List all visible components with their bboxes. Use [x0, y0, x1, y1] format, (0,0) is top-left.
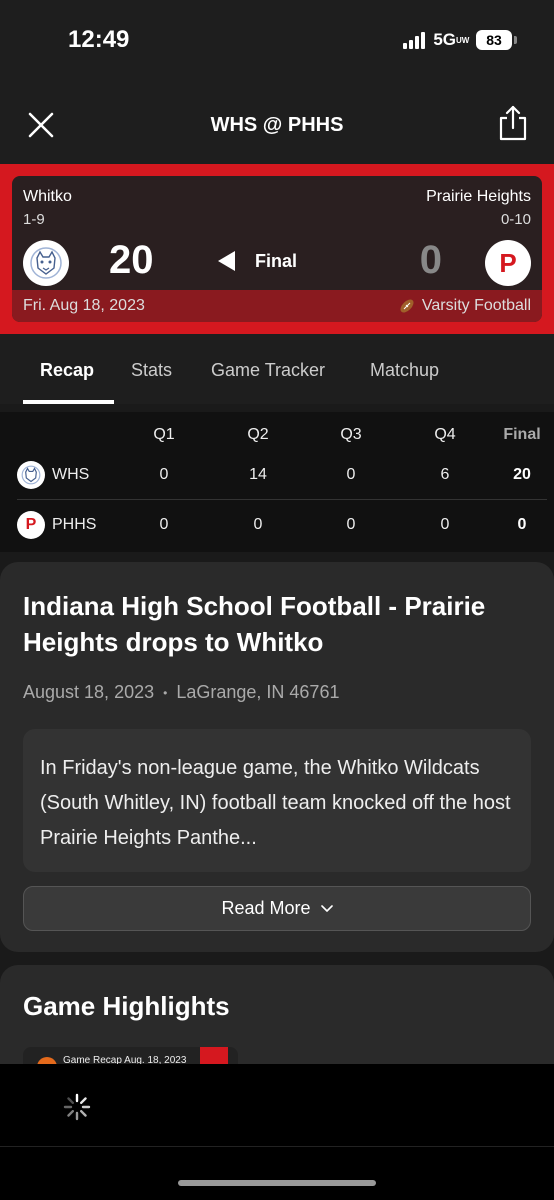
linescore-team-whs: WHS	[52, 466, 90, 483]
battery-icon: 83	[476, 30, 517, 50]
tab-matchup[interactable]: Matchup	[370, 360, 439, 381]
phhs-q3: 0	[346, 516, 356, 533]
article-meta: August 18, 2023 • LaGrange, IN 46761	[23, 682, 339, 703]
header-q4: Q4	[434, 426, 456, 443]
article-title[interactable]: Indiana High School Football - Prairie H…	[23, 588, 523, 660]
home-team-score: 0	[419, 238, 442, 282]
linescore-divider	[17, 499, 547, 500]
loading-spinner-icon	[63, 1093, 91, 1121]
home-team-logo[interactable]: P	[485, 240, 531, 286]
whs-q1: 0	[159, 466, 169, 483]
wildcat-logo-icon	[30, 247, 62, 279]
score-card: Whitko 1-9 Prairie Heights 0-10 20 Final…	[12, 176, 542, 322]
battery-level: 83	[486, 32, 502, 48]
header-q1: Q1	[153, 426, 175, 443]
game-status: Final	[255, 251, 298, 271]
scoreboard: Whitko 1-9 Prairie Heights 0-10 20 Final…	[0, 164, 554, 334]
bottom-bar	[0, 1064, 554, 1200]
football-icon	[400, 299, 414, 313]
game-level: Varsity Football	[398, 297, 531, 315]
article-date: August 18, 2023	[23, 682, 155, 702]
phhs-logo-letter: P	[25, 516, 37, 533]
wildcat-logo-icon	[21, 465, 41, 485]
whs-q4: 6	[440, 466, 450, 483]
chevron-down-icon	[320, 904, 333, 912]
whs-q3: 0	[346, 466, 356, 483]
active-tab-indicator	[23, 400, 114, 404]
signal-icon	[403, 31, 426, 49]
away-team-record: 1-9	[23, 211, 45, 228]
tab-game-tracker[interactable]: Game Tracker	[211, 360, 325, 381]
header-q3: Q3	[340, 426, 362, 443]
linescore-team-phhs: PHHS	[52, 516, 97, 533]
network-label: 5GUW	[433, 30, 470, 49]
phhs-q4: 0	[440, 516, 450, 533]
tab-bar: Recap Stats Game Tracker Matchup	[0, 334, 554, 404]
article-location: LaGrange, IN 46761	[176, 682, 340, 702]
phhs-final: 0	[517, 516, 527, 533]
tab-recap[interactable]: Recap	[40, 360, 94, 381]
whs-final: 20	[513, 466, 531, 483]
nav-bar: WHS @ PHHS	[0, 84, 554, 164]
share-button[interactable]	[498, 104, 528, 142]
phhs-q1: 0	[159, 516, 169, 533]
linescore-table: Q1 Q2 Q3 Q4 Final WHS 0 14 0 6 20 P PHHS…	[0, 412, 554, 552]
away-team-score: 20	[109, 238, 154, 282]
status-time: 12:49	[68, 26, 130, 53]
header-q2: Q2	[247, 426, 269, 443]
phhs-q2: 0	[253, 516, 263, 533]
away-team-name[interactable]: Whitko	[23, 188, 72, 206]
header-final: Final	[503, 426, 541, 443]
away-team-logo[interactable]	[23, 240, 69, 286]
highlights-title: Game Highlights	[23, 991, 230, 1021]
home-indicator[interactable]	[178, 1180, 376, 1186]
article-excerpt: In Friday's non-league game, the Whitko …	[23, 729, 531, 872]
status-icons: 5GUW 83	[403, 30, 517, 50]
whs-logo-small	[17, 461, 45, 489]
status-bar: 12:49 5GUW 83	[0, 0, 554, 84]
meta-separator: •	[163, 686, 168, 701]
home-team-name[interactable]: Prairie Heights	[426, 188, 531, 206]
whs-q2: 14	[249, 466, 267, 483]
tab-stats[interactable]: Stats	[131, 360, 172, 381]
game-level-label: Varsity Football	[421, 297, 531, 314]
score-footer: Fri. Aug 18, 2023 Varsity Football	[12, 290, 542, 322]
page-title: WHS @ PHHS	[210, 114, 344, 136]
article-card: Indiana High School Football - Prairie H…	[0, 562, 554, 952]
home-logo-letter: P	[499, 247, 517, 278]
share-icon	[499, 105, 527, 141]
home-team-record: 0-10	[500, 211, 531, 228]
game-date: Fri. Aug 18, 2023	[23, 297, 145, 314]
winner-arrow-icon	[218, 251, 235, 271]
read-more-label: Read More	[221, 898, 311, 918]
read-more-button[interactable]: Read More	[23, 886, 531, 931]
phhs-logo-small: P	[17, 511, 45, 539]
bottom-divider	[0, 1146, 554, 1147]
